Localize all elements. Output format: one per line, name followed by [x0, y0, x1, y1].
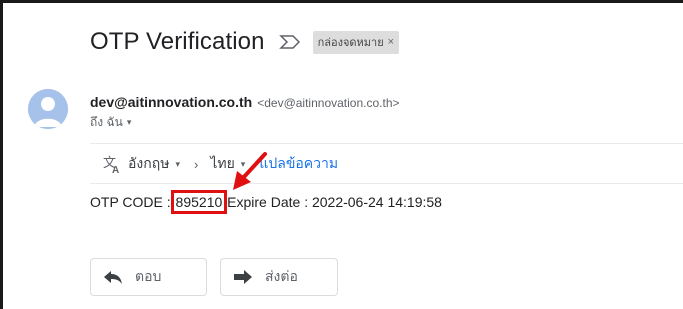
- chevron-down-icon: ▾: [175, 158, 180, 169]
- reply-button[interactable]: ตอบ: [90, 258, 207, 296]
- recipient-row[interactable]: ถึง ฉัน ▾: [90, 113, 131, 132]
- frame-border-left: [0, 0, 3, 309]
- chevron-right-icon: ›: [193, 156, 199, 172]
- sender-name[interactable]: dev@aitinnovation.co.th: [90, 94, 252, 110]
- otp-label: OTP CODE :: [90, 194, 175, 210]
- recipient-text: ถึง ฉัน: [90, 115, 123, 129]
- avatar[interactable]: [28, 89, 68, 129]
- svg-text:A: A: [112, 165, 119, 174]
- forward-label: ส่งต่อ: [265, 268, 298, 284]
- reply-icon: [103, 269, 123, 285]
- inbox-label-text: กล่องจดหมาย: [317, 36, 384, 49]
- chevron-down-icon[interactable]: ▾: [127, 117, 132, 128]
- important-marker-icon[interactable]: [278, 34, 301, 50]
- divider: [90, 143, 683, 144]
- reply-label: ตอบ: [135, 268, 162, 284]
- sender-email: <dev@aitinnovation.co.th>: [257, 96, 400, 110]
- otp-code-highlight: 895210: [170, 190, 228, 214]
- expire-date-text: Expire Date : 2022-06-24 14:19:58: [223, 194, 442, 210]
- source-language-select[interactable]: อังกฤษ ▾: [128, 153, 180, 175]
- subject-row: OTP Verification กล่องจดหมาย ×: [90, 28, 400, 56]
- source-language-label: อังกฤษ: [128, 155, 170, 171]
- red-arrow-annotation: [233, 152, 267, 190]
- translate-bar: 文 A อังกฤษ ▾ › ไทย ▾ แปลข้อความ: [102, 153, 338, 176]
- inbox-label-chip[interactable]: กล่องจดหมาย ×: [312, 30, 400, 54]
- sender-row: dev@aitinnovation.co.th <dev@aitinnovati…: [90, 94, 400, 110]
- frame-border-top: [0, 0, 683, 3]
- email-subject: OTP Verification: [90, 28, 265, 55]
- forward-button[interactable]: ส่งต่อ: [220, 258, 338, 296]
- label-close-icon[interactable]: ×: [388, 36, 394, 48]
- divider: [90, 183, 683, 184]
- email-body-line: OTP CODE : 895210 Expire Date : 2022-06-…: [90, 190, 442, 214]
- translate-icon: 文 A: [102, 154, 122, 176]
- forward-icon: [233, 269, 253, 285]
